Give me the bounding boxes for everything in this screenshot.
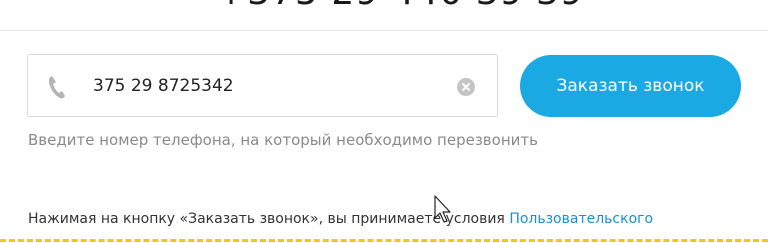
header-phone-number: +375 29 440 39 39 [216,0,584,13]
terms-notice: Нажимая на кнопку «Заказать звонок», вы … [28,211,653,227]
callback-page: +375 29 440 39 39 Заказать звонок Введит… [0,0,768,243]
mouse-cursor-icon [434,195,456,225]
order-call-button[interactable]: Заказать звонок [520,55,741,117]
phone-input[interactable] [93,72,433,100]
phone-icon [46,75,68,99]
phone-field[interactable] [27,54,498,117]
bottom-dashed-border [0,239,768,242]
terms-link[interactable]: Пользовательского [509,211,653,227]
clear-icon[interactable] [457,78,475,96]
phone-hint: Введите номер телефона, на который необх… [28,131,538,149]
header-divider [0,30,768,31]
